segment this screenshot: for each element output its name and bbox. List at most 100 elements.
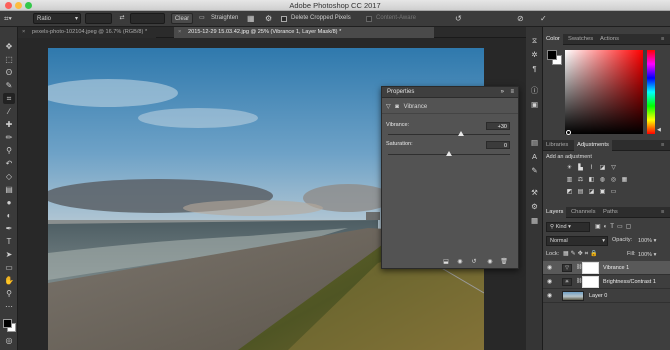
move-tool-icon[interactable]: ✥ [3,41,15,52]
black-white-icon[interactable]: ◧ [587,176,596,184]
crop-tool-preset-icon[interactable]: ⌗▾ [4,13,20,24]
layer-mask-thumbnail[interactable] [582,262,599,274]
properties-header[interactable]: Properties » ≡ [382,87,518,98]
tool-presets-icon[interactable]: ⚒ [529,187,540,198]
gradient-map-icon[interactable]: ▭ [609,188,618,196]
tab-swatches[interactable]: Swatches [565,34,596,45]
history-icon[interactable]: ⧖ [529,35,540,46]
brightness-contrast-icon[interactable]: ☀ [565,164,574,172]
delete-cropped-checkbox[interactable] [281,16,287,22]
navigator-icon[interactable]: ▣ [529,99,540,110]
eye-icon[interactable]: ◉ [547,292,552,299]
healing-brush-icon[interactable]: ✚ [3,119,15,130]
invert-icon[interactable]: ◩ [565,188,574,196]
height-field[interactable] [130,13,165,24]
gear-icon[interactable]: ⚙ [265,13,274,24]
reset-icon[interactable]: ↺ [455,13,465,24]
color-balance-icon[interactable]: ⚖ [576,176,585,184]
layer-name[interactable]: Vibrance 1 [603,261,629,275]
exposure-icon[interactable]: ◪ [598,164,607,172]
opacity-field[interactable]: 100% ▾ [638,236,664,246]
tab-adjustments[interactable]: Adjustments [574,140,612,151]
vibrance-adjust-icon[interactable]: ▽ [609,164,618,172]
timeline-icon[interactable]: ▦ [529,215,540,226]
layer-mask-thumbnail[interactable] [582,276,599,288]
lasso-tool-icon[interactable]: ʘ [3,67,15,78]
grid-overlay-icon[interactable]: ▦ [247,13,257,24]
delete-icon[interactable]: 🗑 [500,258,508,265]
tab-document-1[interactable]: × pexels-photo-102104.jpeg @ 16.7% (RGB/… [18,27,156,38]
view-previous-icon[interactable]: ◉ [456,258,464,265]
tab-libraries[interactable]: Libraries [543,140,571,151]
zoom-tool-icon[interactable]: ⚲ [3,288,15,299]
pen-tool-icon[interactable]: ✒ [3,223,15,234]
tab-channels[interactable]: Channels [568,207,599,218]
fill-field[interactable]: 100% ▾ [638,250,664,260]
curves-icon[interactable]: ⌇ [587,164,596,172]
brush-presets-icon[interactable]: ✎ [529,165,540,176]
brush-settings-icon[interactable]: ✲ [529,49,540,60]
tab-layers[interactable]: Layers [543,207,567,218]
reset-adjustment-icon[interactable]: ↺ [470,258,478,265]
panel-menu-icon[interactable]: ≡ [658,207,667,218]
vibrance-slider[interactable] [388,134,510,135]
vibrance-value-field[interactable]: +30 [486,122,510,130]
eraser-tool-icon[interactable]: ◇ [3,171,15,182]
foreground-color-swatch[interactable] [3,319,12,328]
eye-icon[interactable]: ◉ [547,264,552,271]
tab-color[interactable]: Color [543,34,563,45]
picker-cursor[interactable] [566,130,571,135]
character-icon[interactable]: ¶ [529,63,540,74]
selective-color-icon[interactable]: ▣ [598,188,607,196]
channel-mixer-icon[interactable]: ◎ [609,176,618,184]
path-select-icon[interactable]: ➤ [3,249,15,260]
type-tool-icon[interactable]: T [3,236,15,247]
tab-actions[interactable]: Actions [597,34,622,45]
quick-mask-icon[interactable]: ◎ [3,335,15,346]
close-icon[interactable]: × [22,27,25,38]
layer-filter-icons[interactable]: ▣◐T▭▢ [595,223,634,230]
shape-tool-icon[interactable]: ▭ [3,262,15,273]
panel-menu-icon[interactable]: ≡ [510,87,514,98]
more-tools-icon[interactable]: ⋯ [3,301,15,312]
tab-paths[interactable]: Paths [600,207,621,218]
layer-mask-icon[interactable]: ◙ [395,104,399,110]
threshold-icon[interactable]: ◪ [587,188,596,196]
straighten-icon[interactable]: ▭ [199,13,207,24]
swap-icon[interactable]: ⇄ [118,13,126,24]
layer-name[interactable]: Brightness/Contrast 1 [603,275,656,289]
blend-mode-dropdown[interactable]: Normal ▾ [546,236,608,246]
crop-tool-icon[interactable]: ⌗ [3,93,15,104]
gradient-tool-icon[interactable]: ▤ [3,184,15,195]
visibility-icon[interactable]: ◉ [486,258,494,265]
layer-row-layer-0[interactable]: ◉ Layer 0 [543,289,670,303]
clone-stamp-icon[interactable]: ⚲ [3,145,15,156]
layer-filter-dropdown[interactable]: ⚲ Kind ▾ [546,222,590,232]
brush-tool-icon[interactable]: ✏ [3,132,15,143]
collapse-icon[interactable]: » [501,87,504,98]
blur-tool-icon[interactable]: ● [3,197,15,208]
color-lookup-icon[interactable]: ▦ [620,176,629,184]
saturation-slider-thumb[interactable] [446,151,452,156]
hue-saturation-icon[interactable]: ▥ [565,176,574,184]
dodge-tool-icon[interactable]: ◐ [3,210,15,221]
saturation-value-field[interactable]: 0 [486,141,510,149]
properties-icon[interactable]: ▤ [529,137,540,148]
hue-slider-thumb[interactable]: ◀ [657,127,661,133]
cancel-icon[interactable]: ⊘ [517,13,527,24]
close-icon[interactable]: × [178,27,181,38]
panel-menu-icon[interactable]: ≡ [658,34,667,45]
color-picker-field[interactable] [565,50,643,135]
layer-thumbnail[interactable] [562,291,584,301]
photo-filter-icon[interactable]: ◍ [598,176,607,184]
foreground-color-chip[interactable] [547,50,557,60]
quick-select-tool-icon[interactable]: ✎ [3,80,15,91]
panel-menu-icon[interactable]: ≡ [658,140,667,151]
marquee-tool-icon[interactable]: ⬚ [3,54,15,65]
clone-source-icon[interactable]: ⚙ [529,201,540,212]
levels-icon[interactable]: ▙ [576,164,585,172]
lock-icons[interactable]: ▦✎✥⌗🔒 [563,250,600,258]
layer-name[interactable]: Layer 0 [589,289,607,303]
commit-icon[interactable]: ✓ [540,13,550,24]
history-brush-icon[interactable]: ↶ [3,158,15,169]
